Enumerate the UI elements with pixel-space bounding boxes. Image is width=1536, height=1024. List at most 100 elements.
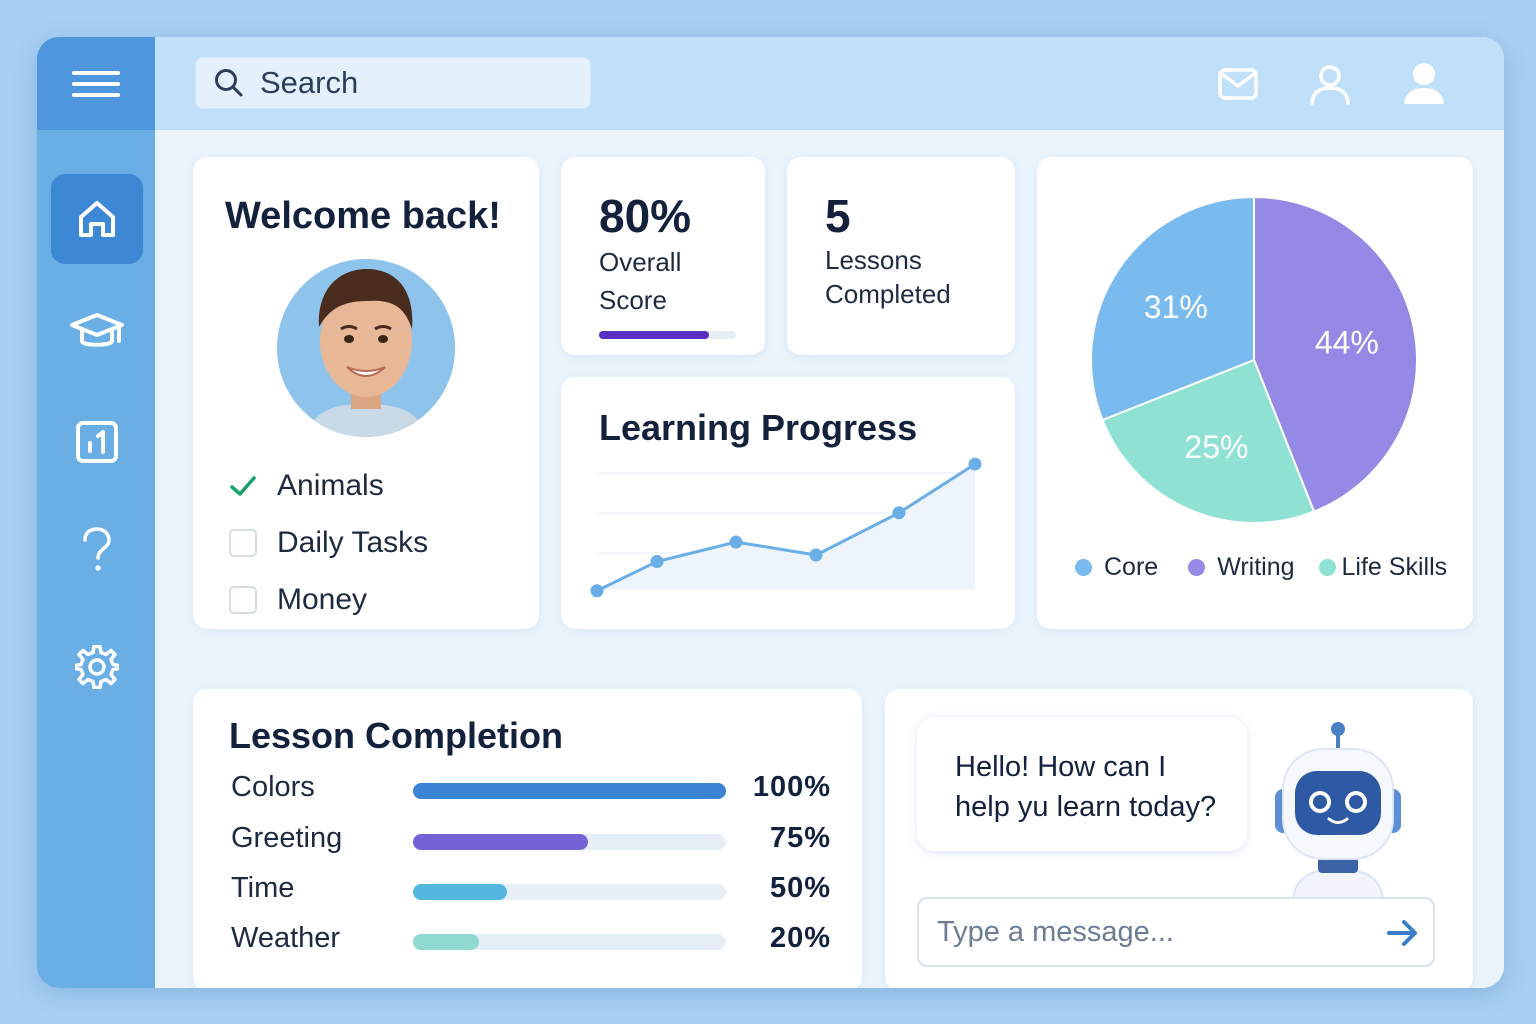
data-point bbox=[892, 506, 906, 520]
search-input[interactable] bbox=[260, 65, 560, 101]
completion-row-time: Time 50% bbox=[231, 872, 831, 912]
assistant-message-line: Hello! How can I bbox=[955, 751, 1167, 783]
completion-bar-fill bbox=[413, 884, 507, 900]
lesson-checklist: Animals Daily Tasks Money bbox=[229, 457, 428, 628]
legend-dot bbox=[1188, 559, 1206, 576]
user-outline-icon bbox=[1310, 65, 1350, 105]
hamburger-icon bbox=[72, 70, 120, 97]
legend-item-core: Core bbox=[1075, 553, 1158, 582]
lesson-label: Animals bbox=[277, 468, 384, 502]
data-point bbox=[650, 555, 664, 569]
lesson-label: Daily Tasks bbox=[277, 525, 429, 559]
legend-label: Life Skills bbox=[1341, 553, 1448, 581]
welcome-card: Welcome back! Animals Daily Tasks Money bbox=[193, 157, 539, 629]
pie-slice-label: 44% bbox=[1315, 324, 1379, 360]
overall-score-label: Overall bbox=[599, 247, 682, 277]
list-item[interactable]: Daily Tasks bbox=[229, 514, 428, 571]
score-progress-fill bbox=[599, 331, 709, 339]
gear-icon bbox=[75, 645, 119, 689]
home-icon bbox=[79, 201, 115, 237]
series-area bbox=[597, 464, 975, 591]
sidebar-item-reports[interactable] bbox=[51, 397, 143, 487]
legend-label: Writing bbox=[1217, 553, 1295, 581]
checkbox[interactable] bbox=[229, 528, 257, 557]
sidebar-item-home[interactable] bbox=[51, 174, 143, 264]
menu-button[interactable] bbox=[37, 37, 155, 130]
sidebar bbox=[37, 37, 155, 988]
app-window: Welcome back! bbox=[37, 37, 1504, 988]
legend-label: Core bbox=[1104, 553, 1159, 581]
robot-icon bbox=[1275, 722, 1401, 899]
completion-bar bbox=[413, 783, 726, 799]
sidebar-item-courses[interactable] bbox=[51, 286, 143, 376]
learning-progress-chart bbox=[590, 457, 982, 598]
completion-value: 20% bbox=[769, 922, 831, 954]
welcome-title: Welcome back! bbox=[225, 195, 501, 237]
completion-bar bbox=[413, 834, 726, 850]
legend-item-life-skills: Life Skills bbox=[1318, 553, 1448, 582]
data-point bbox=[590, 584, 604, 598]
message-input[interactable] bbox=[937, 915, 1367, 949]
check-icon bbox=[230, 475, 256, 496]
legend-item-writing: Writing bbox=[1188, 553, 1295, 582]
category-pie-card: 44% 25% 31% Core Writing Life Skills bbox=[1037, 157, 1473, 629]
lessons-completed-label: Lessons bbox=[825, 245, 922, 275]
overall-score-value: 80% bbox=[599, 190, 692, 242]
completion-label: Weather bbox=[231, 922, 341, 954]
account-button[interactable] bbox=[1401, 61, 1447, 107]
user-photo-icon bbox=[277, 259, 455, 437]
pie-slice-label: 31% bbox=[1144, 289, 1208, 325]
graduation-cap-icon bbox=[70, 313, 124, 347]
mail-icon bbox=[1218, 68, 1258, 100]
category-pie-chart: 44% 25% 31% bbox=[1090, 195, 1418, 524]
question-icon bbox=[83, 527, 111, 571]
completion-label: Time bbox=[231, 872, 295, 904]
list-item[interactable]: Money bbox=[229, 571, 428, 628]
main-content: Welcome back! Animals Daily Tasks Money … bbox=[155, 130, 1504, 988]
checkbox[interactable] bbox=[229, 585, 257, 614]
completion-row-colors: Colors 100% bbox=[231, 771, 831, 811]
sidebar-item-help[interactable] bbox=[51, 505, 143, 595]
list-item[interactable]: Animals bbox=[229, 457, 428, 514]
completion-value: 100% bbox=[752, 771, 831, 803]
completion-row-greeting: Greeting 75% bbox=[231, 822, 831, 862]
completion-bar-fill bbox=[413, 934, 479, 950]
assistant-message-bubble: Hello! How can I help yu learn today? bbox=[917, 717, 1247, 851]
legend-dot bbox=[1075, 559, 1092, 576]
completion-label: Greeting bbox=[231, 822, 343, 854]
search-icon bbox=[215, 69, 243, 97]
overall-score-label-2: Score bbox=[599, 285, 667, 315]
lesson-completion-card: Lesson Completion Colors 100% Greeting 7… bbox=[193, 689, 862, 988]
lesson-label: Money bbox=[277, 582, 368, 616]
message-input-box bbox=[917, 897, 1435, 967]
profile-button[interactable] bbox=[1307, 61, 1353, 107]
avatar bbox=[277, 259, 455, 437]
assistant-message-line: help yu learn today? bbox=[955, 791, 1217, 823]
lessons-completed-card: 5 Lessons Completed bbox=[787, 157, 1015, 355]
assistant-chat-card: Hello! How can I help yu learn today? bbox=[885, 689, 1473, 988]
lesson-completion-title: Lesson Completion bbox=[229, 715, 564, 756]
overall-score-card: 80% Overall Score bbox=[561, 157, 765, 355]
learning-progress-card: Learning Progress bbox=[561, 377, 1015, 629]
completion-row-weather: Weather 20% bbox=[231, 922, 831, 962]
completion-value: 50% bbox=[769, 872, 831, 904]
top-bar bbox=[155, 37, 1504, 130]
completion-bar-fill bbox=[413, 783, 726, 799]
lessons-completed-value: 5 bbox=[825, 190, 851, 242]
data-point bbox=[729, 535, 743, 549]
completion-bar bbox=[413, 884, 726, 900]
completion-bar-fill bbox=[413, 834, 589, 850]
score-progress-bar bbox=[599, 331, 736, 339]
mail-button[interactable] bbox=[1215, 61, 1261, 107]
chart-icon bbox=[76, 421, 118, 463]
data-point bbox=[809, 548, 823, 562]
pie-legend: Core Writing Life Skills bbox=[1075, 553, 1447, 582]
legend-dot bbox=[1318, 559, 1336, 576]
completion-value: 75% bbox=[769, 822, 831, 854]
completion-bar bbox=[413, 934, 726, 950]
data-point bbox=[968, 457, 982, 471]
completion-label: Colors bbox=[231, 771, 315, 803]
sidebar-item-settings[interactable] bbox=[51, 622, 143, 712]
pie-slice-label: 25% bbox=[1184, 429, 1248, 465]
send-button[interactable] bbox=[1385, 915, 1421, 951]
